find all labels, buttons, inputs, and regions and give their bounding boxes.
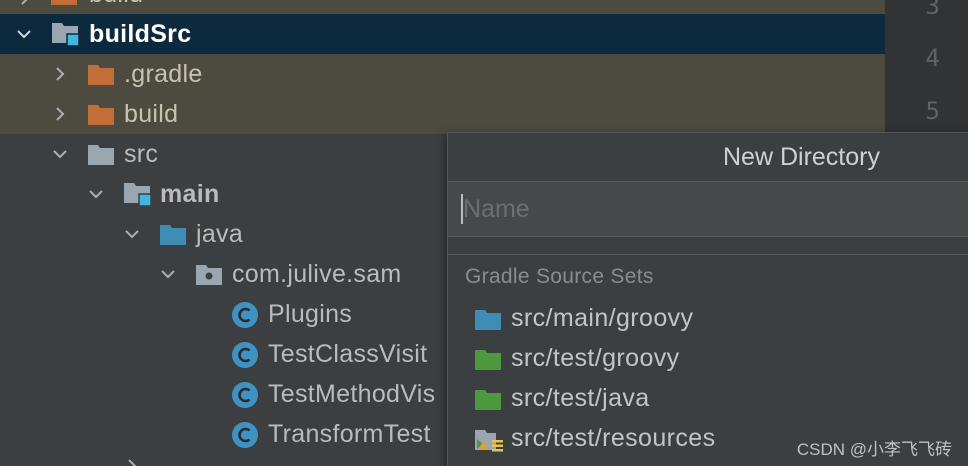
- tree-row-label: TestClassVisit: [268, 340, 428, 368]
- tree-row-label: Plugins: [268, 300, 353, 328]
- chevron-down-icon[interactable]: [124, 226, 140, 242]
- source-set-option-main-groovy[interactable]: src/main/groovy: [448, 299, 968, 339]
- new-directory-popup: New Directory Gradle Source Sets src/mai…: [447, 132, 968, 466]
- source-sets-section-title: Gradle Source Sets: [465, 265, 654, 288]
- class-icon: [231, 341, 259, 368]
- tree-row-label: com.julive.sam: [232, 260, 402, 288]
- module-folder-icon: [51, 21, 80, 47]
- class-icon: [231, 381, 259, 408]
- option-label: src/main/groovy: [511, 304, 694, 332]
- tree-row-buildsrc[interactable]: buildSrc: [0, 14, 885, 54]
- class-icon: [231, 301, 259, 328]
- source-folder-blue-icon: [474, 307, 502, 331]
- chevron-down-icon[interactable]: [52, 146, 68, 162]
- tree-row-label: buildSrc: [89, 20, 192, 48]
- test-folder-green-icon: [474, 387, 502, 411]
- option-label: src/test/resources: [511, 424, 716, 452]
- popup-separator: [448, 237, 968, 255]
- source-set-option-test-groovy[interactable]: src/test/groovy: [448, 339, 968, 379]
- line-number: 5: [925, 97, 940, 125]
- option-label: src/test/java: [511, 384, 650, 412]
- tree-row-label: build: [124, 100, 179, 128]
- source-root-folder-icon: [159, 222, 187, 246]
- module-folder-icon: [123, 181, 152, 207]
- source-set-option-test-java[interactable]: src/test/java: [448, 379, 968, 419]
- watermark: CSDN @小李飞飞砖: [796, 440, 952, 459]
- test-resources-folder-icon: [474, 427, 503, 452]
- package-icon: [195, 262, 223, 286]
- tree-row-build[interactable]: build: [0, 94, 885, 134]
- tree-row-label: build: [89, 0, 143, 9]
- test-folder-green-icon: [474, 347, 502, 371]
- directory-name-input[interactable]: [463, 190, 943, 228]
- folder-excluded-icon: [50, 0, 78, 6]
- chevron-right-icon[interactable]: [52, 106, 68, 122]
- tree-row-build-top[interactable]: build: [0, 0, 885, 14]
- line-number: 4: [925, 44, 940, 72]
- folder-excluded-icon: [87, 62, 115, 86]
- chevron-down-icon[interactable]: [16, 26, 32, 42]
- tree-row-label: main: [160, 180, 220, 208]
- tree-row-label: java: [196, 220, 244, 248]
- tree-row-label: TestMethodVis: [268, 380, 436, 408]
- chevron-down-icon[interactable]: [160, 266, 176, 282]
- folder-icon: [87, 142, 115, 166]
- line-number: 3: [925, 0, 940, 20]
- chevron-right-icon[interactable]: [124, 458, 140, 466]
- popup-title: New Directory: [448, 133, 968, 181]
- directory-name-field[interactable]: [448, 181, 968, 237]
- tree-row-gradle[interactable]: .gradle: [0, 54, 885, 94]
- chevron-right-icon[interactable]: [17, 0, 33, 6]
- option-label: src/test/groovy: [511, 344, 680, 372]
- chevron-right-icon[interactable]: [52, 66, 68, 82]
- chevron-down-icon[interactable]: [88, 186, 104, 202]
- class-icon: [231, 421, 259, 448]
- tree-row-label: src: [124, 140, 159, 168]
- tree-row-label: .gradle: [124, 60, 203, 88]
- tree-row-label: TransformTest: [268, 420, 431, 448]
- folder-excluded-icon: [87, 102, 115, 126]
